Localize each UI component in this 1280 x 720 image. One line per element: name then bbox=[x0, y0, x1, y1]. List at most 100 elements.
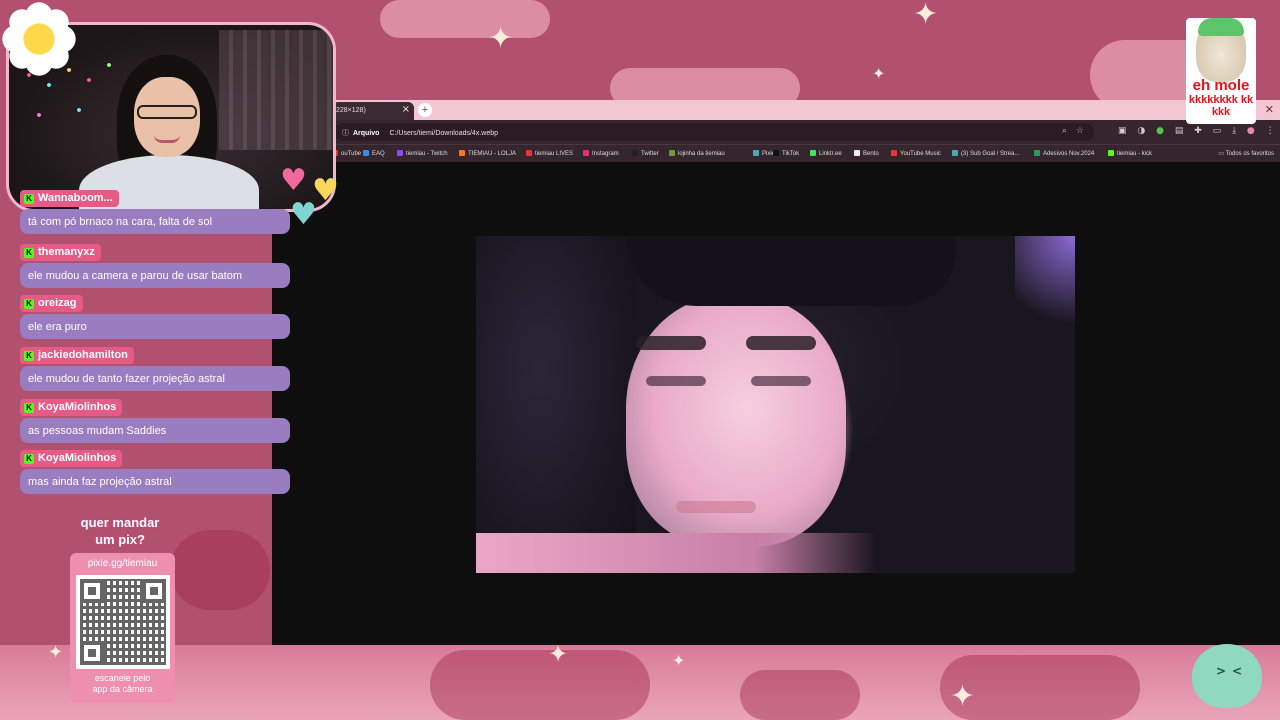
chat-username-label: themanyxz bbox=[38, 246, 95, 258]
puzzle-icon[interactable]: ✚ bbox=[1194, 126, 1202, 136]
frog-hat-image bbox=[1198, 18, 1244, 36]
qr-code bbox=[76, 575, 170, 669]
image-brow bbox=[636, 336, 706, 350]
bookmark-item[interactable]: Bento bbox=[854, 150, 879, 157]
image-mouth bbox=[676, 501, 756, 513]
bookmark-item[interactable]: tiemiau LIVES bbox=[526, 150, 573, 157]
chat-message-text: ele mudou de tanto fazer projeção astral bbox=[20, 366, 290, 391]
info-icon[interactable]: ⓘ bbox=[342, 130, 349, 137]
sparkle-icon: ✦ bbox=[548, 640, 569, 668]
pix-caption-line: escaneie pelo bbox=[94, 673, 151, 683]
chat-username-label: Wannaboom... bbox=[38, 192, 113, 204]
bookmark-item[interactable]: tiemiau - kick bbox=[1108, 150, 1152, 157]
bookmark-label: ouTube bbox=[341, 151, 362, 157]
bookmark-item[interactable]: Twitter bbox=[632, 150, 659, 157]
extension-icon[interactable]: ◑ bbox=[1137, 126, 1145, 136]
download-icon[interactable]: ⤓ bbox=[1232, 126, 1236, 136]
bookmark-label: Instagram bbox=[592, 151, 619, 157]
bookmark-item[interactable]: lojinha da tiemiau bbox=[669, 150, 725, 157]
bookmark-item[interactable]: TIEMIAU - LOLJA bbox=[459, 150, 516, 157]
close-icon[interactable]: × bbox=[402, 104, 410, 115]
chat-username[interactable]: K KoyaMiolinhos bbox=[20, 399, 123, 416]
bookmark-item[interactable]: TikTok bbox=[773, 150, 799, 157]
plus-icon[interactable]: + bbox=[418, 103, 432, 117]
kick-icon: K bbox=[24, 454, 34, 464]
streamer-smile bbox=[154, 135, 180, 143]
sticker-text: eh mole bbox=[1192, 77, 1250, 94]
bookmark-item[interactable]: ouTube bbox=[332, 150, 361, 157]
meme-sticker: eh mole kkkkkkkk kkkkk bbox=[1186, 18, 1256, 124]
folder-icon: ▭ bbox=[1218, 151, 1226, 157]
pix-title-line: quer mandar bbox=[80, 515, 160, 530]
kick-icon: K bbox=[24, 194, 34, 204]
bookmarks-bar: ▭ Todos os favoritos ouTube EAQ tiemiau - … bbox=[272, 144, 1280, 162]
extension-icon[interactable]: ▣ bbox=[1118, 126, 1127, 136]
bookmark-label: Twitter bbox=[641, 151, 659, 157]
sparkle-icon: ✦ bbox=[672, 651, 686, 670]
address-bar[interactable]: ⓘ Arquivo C:/Users/tiemi/Downloads/4x.webp… bbox=[334, 123, 1094, 141]
bookmark-favicon-icon bbox=[773, 150, 779, 156]
bookmark-favicon-icon bbox=[363, 150, 369, 156]
chat-username-label: KoyaMiolinhos bbox=[38, 452, 117, 464]
search-icon[interactable]: ⌕ bbox=[1062, 126, 1067, 136]
chat-username-label: oreizag bbox=[38, 297, 77, 309]
address-url: C:/Users/tiemi/Downloads/4x.webp bbox=[389, 130, 498, 137]
bookmark-item[interactable]: Pixie bbox=[753, 150, 775, 157]
pix-url: pixie.gg/tiemiau bbox=[87, 558, 158, 569]
bookmark-item[interactable]: Instagram bbox=[583, 150, 619, 157]
kick-icon: K bbox=[24, 299, 34, 309]
menu-icon[interactable]: ⋮ bbox=[1266, 126, 1275, 136]
cloud-decoration bbox=[740, 670, 860, 720]
bookmark-item[interactable]: Adesivos Nov.2024 bbox=[1034, 150, 1094, 157]
bookmark-favicon-icon bbox=[526, 150, 532, 156]
chat-message-text: ele mudou a camera e parou de usar batom bbox=[20, 263, 290, 288]
bookmark-favicon-icon bbox=[1108, 150, 1114, 156]
kick-icon: K bbox=[24, 351, 34, 361]
sticker-text: kkkkkkkk kkkkk bbox=[1188, 94, 1254, 118]
mascot-eye: > bbox=[1216, 664, 1227, 678]
extension-icons: ▣ ◑ ● ▤ ✚ ▭ ⤓ ● ⋮ bbox=[1118, 126, 1280, 136]
chat-message-text: as pessoas mudam Saddies bbox=[20, 418, 290, 443]
sparkle-icon: ✦ bbox=[913, 0, 939, 32]
mascot-blob-icon: > < bbox=[1192, 644, 1262, 708]
image-eye bbox=[751, 376, 811, 386]
bookmark-item[interactable]: Linktr.ee bbox=[810, 150, 842, 157]
browser-window: 228×128) × + ✕ ⓘ Arquivo C:/Users/tiemi/Do… bbox=[272, 100, 1280, 645]
bookmark-label: EAQ bbox=[372, 151, 385, 157]
bookmark-item[interactable]: (3) Sub Goal / Strea... bbox=[952, 150, 1019, 157]
qr-finder bbox=[142, 579, 166, 603]
bookmark-item[interactable]: EAQ bbox=[363, 150, 385, 157]
profile-avatar[interactable]: ● bbox=[1247, 126, 1255, 136]
bookmark-label: (3) Sub Goal / Strea... bbox=[961, 151, 1020, 157]
bookmark-label: Adesivos Nov.2024 bbox=[1043, 151, 1095, 157]
bookmark-label: tiemiau LIVES bbox=[535, 151, 574, 157]
chat-username[interactable]: Kjackiedohamilton bbox=[20, 347, 134, 364]
image-hair bbox=[626, 236, 956, 306]
star-icon[interactable]: ☆ bbox=[1076, 126, 1084, 136]
bookmark-item[interactable]: YouTube Music bbox=[891, 150, 941, 157]
chat-username[interactable]: K KoyaMiolinhos bbox=[20, 450, 123, 467]
extension-icon[interactable]: ▤ bbox=[1175, 126, 1184, 136]
qr-finder bbox=[80, 579, 104, 603]
extension-icon[interactable]: ● bbox=[1156, 126, 1164, 136]
chat-username[interactable]: Koreizag bbox=[20, 295, 83, 312]
browser-tab[interactable]: 228×128) × bbox=[332, 102, 414, 120]
bookmark-item[interactable]: tiemiau - Twitch bbox=[397, 150, 448, 157]
bookmark-favicon-icon bbox=[669, 150, 675, 156]
bookmarks-all[interactable]: ▭ Todos os favoritos bbox=[1218, 150, 1274, 157]
bookmark-label: YouTube Music bbox=[900, 151, 941, 157]
qr-pattern bbox=[80, 579, 166, 665]
bookmark-favicon-icon bbox=[891, 150, 897, 156]
address-bar-row: ⓘ Arquivo C:/Users/tiemi/Downloads/4x.webp… bbox=[272, 120, 1280, 144]
sidebar-icon[interactable]: ▭ bbox=[1213, 126, 1222, 136]
bookmark-label: Linktr.ee bbox=[819, 151, 842, 157]
cloud-decoration bbox=[170, 530, 270, 610]
cloud-decoration bbox=[430, 650, 650, 720]
bookmark-favicon-icon bbox=[1034, 150, 1040, 156]
chat-message-text: tá com pó brnaco na cara, falta de sol bbox=[20, 209, 290, 234]
window-close-icon[interactable]: ✕ bbox=[1265, 103, 1274, 116]
image-brow bbox=[746, 336, 816, 350]
address-chip: Arquivo bbox=[353, 130, 380, 137]
chat-username[interactable]: K Wannaboom... bbox=[20, 190, 119, 207]
chat-username[interactable]: Kthemanyxz bbox=[20, 244, 101, 261]
